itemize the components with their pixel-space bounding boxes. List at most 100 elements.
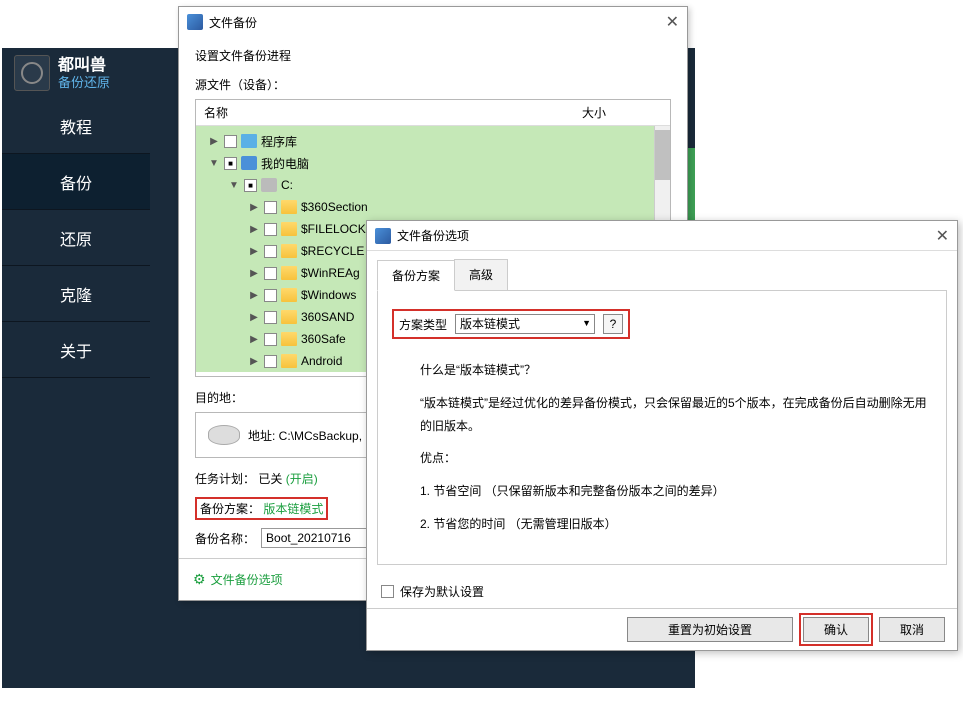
pc-icon: [241, 156, 257, 170]
tree-checkbox[interactable]: [264, 333, 277, 346]
cancel-button[interactable]: 取消: [879, 617, 945, 642]
tree-item-label: $360Section: [301, 200, 368, 214]
tree-checkbox[interactable]: [264, 267, 277, 280]
folder-icon: [281, 354, 297, 368]
tree-caret-icon[interactable]: ▼: [228, 180, 240, 191]
tree-checkbox[interactable]: [264, 245, 277, 258]
advantages-label: 优点：: [420, 447, 932, 470]
tree-item-label: 360Safe: [301, 332, 346, 346]
tree-item-label: $WinREAg: [301, 266, 360, 280]
folder-icon: [281, 310, 297, 324]
desc-heading: 什么是“版本链模式”？: [420, 359, 932, 382]
ok-button[interactable]: 确认: [803, 617, 869, 642]
app-small-icon: [187, 14, 203, 30]
options-titlebar[interactable]: 文件备份选项 ✕: [367, 221, 957, 251]
tree-item-label: $FILELOCK: [301, 222, 366, 236]
disk-icon: [208, 425, 240, 445]
tree-row[interactable]: ▼ C:: [196, 174, 670, 196]
plan-toggle-link[interactable]: (开启): [286, 472, 318, 486]
logo-subtitle: 备份还原: [58, 75, 110, 91]
tree-caret-icon[interactable]: ▶: [248, 246, 260, 257]
tree-row[interactable]: ▶ 程序库: [196, 130, 670, 152]
scheme-type-highlight: 方案类型 版本链模式 ?: [392, 309, 630, 339]
tree-item-label: 我的电脑: [261, 155, 309, 172]
tree-item-label: 程序库: [261, 133, 297, 150]
close-icon[interactable]: ✕: [936, 226, 949, 246]
tree-caret-icon[interactable]: ▶: [248, 312, 260, 323]
nav-about[interactable]: 关于: [2, 322, 150, 378]
tree-caret-icon[interactable]: ▶: [248, 356, 260, 367]
tree-caret-icon[interactable]: ▶: [248, 224, 260, 235]
scheme-highlight: 备份方案： 版本链模式: [195, 497, 328, 520]
tree-item-label: C:: [281, 178, 293, 192]
backup-options-dialog: 文件备份选项 ✕ 备份方案 高级 方案类型 版本链模式 ? 什么是“版本链模式”…: [366, 220, 958, 651]
tree-caret-icon[interactable]: ▶: [248, 334, 260, 345]
nav-restore[interactable]: 还原: [2, 210, 150, 266]
app-sidebar: 教程 备份 还原 克隆 关于: [2, 98, 150, 378]
dialog-title: 文件备份: [209, 14, 257, 31]
tree-caret-icon[interactable]: ▶: [248, 268, 260, 279]
dialog-titlebar[interactable]: 文件备份 ✕: [179, 7, 687, 37]
plan-label: 任务计划：: [195, 472, 255, 486]
safe-icon: [14, 55, 50, 91]
col-size-header[interactable]: 大小: [582, 104, 662, 121]
app-logo: 都叫兽 备份还原: [14, 55, 110, 91]
scheme-description: 什么是“版本链模式”？ “版本链模式”是经过优化的差异备份模式，只会保留最近的5…: [392, 359, 932, 536]
scrollbar-thumb[interactable]: [655, 130, 670, 180]
source-label: 源文件（设备）：: [195, 76, 671, 93]
tree-checkbox[interactable]: [264, 289, 277, 302]
nav-clone[interactable]: 克隆: [2, 266, 150, 322]
folder-icon: [281, 332, 297, 346]
options-footer: 重置为初始设置 确认 取消: [367, 608, 957, 650]
desc-body: “版本链模式”是经过优化的差异备份模式，只会保留最近的5个版本，在完成备份后自动…: [420, 392, 932, 438]
options-content: 方案类型 版本链模式 ? 什么是“版本链模式”？ “版本链模式”是经过优化的差异…: [377, 291, 947, 565]
tab-backup-scheme[interactable]: 备份方案: [377, 260, 455, 291]
tree-item-label: Android: [301, 354, 342, 368]
scheme-value-link[interactable]: 版本链模式: [263, 502, 323, 516]
advantage-2: 2. 节省您的时间 （无需管理旧版本）: [420, 513, 932, 536]
tree-row[interactable]: ▶ $360Section: [196, 196, 670, 218]
folder-icon: [281, 288, 297, 302]
tree-checkbox[interactable]: [264, 311, 277, 324]
reset-button[interactable]: 重置为初始设置: [627, 617, 793, 642]
tree-checkbox[interactable]: [264, 223, 277, 236]
tree-checkbox[interactable]: [244, 179, 257, 192]
scheme-type-label: 方案类型: [399, 316, 447, 333]
options-title: 文件备份选项: [397, 227, 469, 244]
app-small-icon: [375, 228, 391, 244]
col-name-header[interactable]: 名称: [204, 104, 582, 121]
nav-tutorial[interactable]: 教程: [2, 98, 150, 154]
tree-caret-icon[interactable]: ▶: [248, 202, 260, 213]
tab-advanced[interactable]: 高级: [454, 259, 508, 290]
advantage-1: 1. 节省空间 （只保留新版本和完整备份版本之间的差异）: [420, 480, 932, 503]
tree-checkbox[interactable]: [224, 157, 237, 170]
save-default-label: 保存为默认设置: [400, 583, 484, 600]
save-default-checkbox[interactable]: [381, 585, 394, 598]
tree-caret-icon[interactable]: ▶: [208, 136, 220, 147]
folder-icon: [281, 266, 297, 280]
scheme-type-select[interactable]: 版本链模式: [455, 314, 595, 334]
options-link-text: 文件备份选项: [211, 571, 283, 588]
name-label: 备份名称：: [195, 530, 255, 547]
folder-icon: [281, 222, 297, 236]
tree-checkbox[interactable]: [264, 201, 277, 214]
gear-green-icon: ⚙: [193, 571, 206, 588]
tree-header: 名称 大小: [196, 100, 670, 126]
dest-path: 地址: C:\MCsBackup,: [248, 427, 362, 444]
scheme-label: 备份方案：: [200, 502, 260, 516]
tree-caret-icon[interactable]: ▶: [248, 290, 260, 301]
logo-title: 都叫兽: [58, 56, 110, 75]
options-tabs: 备份方案 高级: [377, 259, 947, 291]
tree-checkbox[interactable]: [264, 355, 277, 368]
tree-caret-icon[interactable]: ▼: [208, 158, 220, 169]
tree-row[interactable]: ▼ 我的电脑: [196, 152, 670, 174]
help-button[interactable]: ?: [603, 314, 623, 334]
plan-value: 已关: [258, 472, 282, 486]
tree-item-label: $RECYCLE: [301, 244, 364, 258]
nav-backup[interactable]: 备份: [2, 154, 150, 210]
close-icon[interactable]: ✕: [666, 12, 679, 32]
tree-checkbox[interactable]: [224, 135, 237, 148]
backup-options-link[interactable]: ⚙ 文件备份选项: [193, 571, 283, 588]
folder-icon: [281, 244, 297, 258]
save-default-row: 保存为默认设置: [367, 575, 957, 608]
